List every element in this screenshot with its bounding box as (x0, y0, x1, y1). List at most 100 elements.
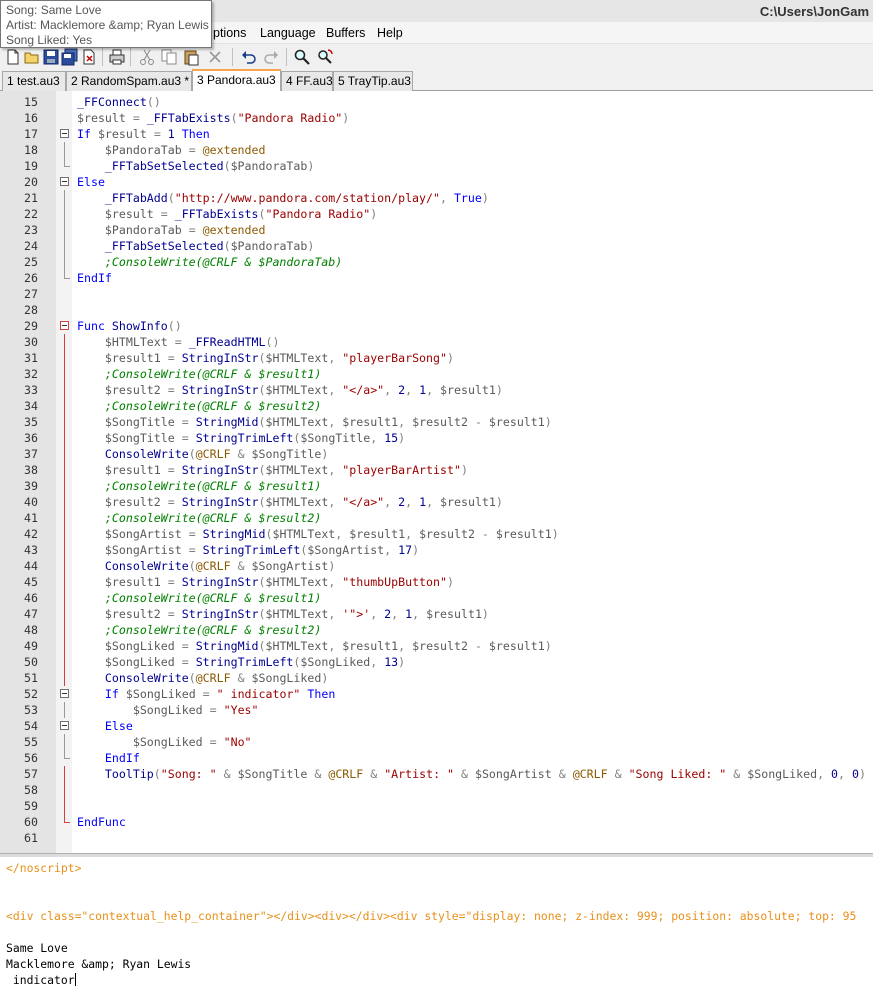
line-number: 45 (24, 575, 38, 589)
new-file-icon[interactable] (4, 48, 22, 66)
code-line[interactable]: 49 $SongLiked = StringMid($HTMLText, $re… (0, 638, 873, 654)
code-text: EndIf (104, 751, 140, 765)
code-text: Else (104, 719, 133, 733)
open-file-icon[interactable] (23, 48, 41, 66)
line-number: 25 (24, 255, 38, 269)
code-line[interactable]: 16 $result = _FFTabExists("Pandora Radio"… (0, 110, 873, 126)
menu-help[interactable]: Help (377, 26, 403, 40)
redo-icon[interactable] (262, 48, 280, 66)
code-line[interactable]: 52 If $SongLiked = " indicator" Then (0, 686, 873, 702)
print-icon[interactable] (108, 48, 126, 66)
line-number: 43 (24, 543, 38, 557)
code-line[interactable]: 15 _FFConnect() (0, 94, 873, 110)
line-number: 53 (24, 703, 38, 717)
code-line[interactable]: 36 $SongTitle = StringTrimLeft($SongTitl… (0, 430, 873, 446)
code-text: EndFunc (77, 815, 126, 829)
code-line[interactable]: 32 ;ConsoleWrite(@CRLF & $result1) (0, 366, 873, 382)
code-line[interactable]: 18 $PandoraTab = @extended (0, 142, 873, 158)
code-line[interactable]: 39 ;ConsoleWrite(@CRLF & $result1) (0, 478, 873, 494)
copy-icon[interactable] (160, 48, 178, 66)
fold-toggle-icon[interactable] (60, 129, 69, 138)
code-line[interactable]: 51 ConsoleWrite(@CRLF & $SongLiked) (0, 670, 873, 686)
code-line[interactable]: 55 $SongLiked = "No" (0, 734, 873, 750)
code-line[interactable]: 59 (0, 798, 873, 814)
code-line[interactable]: 60 EndFunc (0, 814, 873, 830)
save-all-icon[interactable] (61, 48, 79, 66)
code-text: $SongArtist = StringTrimLeft($SongArtist… (104, 543, 420, 557)
code-line[interactable]: 56 EndIf (0, 750, 873, 766)
code-line[interactable]: 40 $result2 = StringInStr($HTMLText, "</… (0, 494, 873, 510)
toolbar (0, 45, 873, 69)
delete-icon[interactable] (206, 48, 224, 66)
code-line[interactable]: 43 $SongArtist = StringTrimLeft($SongArt… (0, 542, 873, 558)
code-line[interactable]: 44 ConsoleWrite(@CRLF & $SongArtist) (0, 558, 873, 574)
code-line[interactable]: 20 Else (0, 174, 873, 190)
code-line[interactable]: 24 _FFTabSetSelected($PandoraTab) (0, 238, 873, 254)
fold-toggle-icon[interactable] (60, 721, 69, 730)
code-line[interactable]: 22 $result = _FFTabExists("Pandora Radio… (0, 206, 873, 222)
menu-language[interactable]: Language (260, 26, 316, 40)
fold-toggle-icon[interactable] (60, 177, 69, 186)
menu-options[interactable]: ptions (213, 26, 246, 40)
code-line[interactable]: 27 (0, 286, 873, 302)
code-line[interactable]: 61 (0, 830, 873, 846)
line-number: 52 (24, 687, 38, 701)
menu-buffers[interactable]: Buffers (326, 26, 365, 40)
code-line[interactable]: 58 (0, 782, 873, 798)
save-icon[interactable] (42, 48, 60, 66)
code-line[interactable]: 45 $result1 = StringInStr($HTMLText, "th… (0, 574, 873, 590)
fold-line-marker (64, 382, 65, 398)
code-line[interactable]: 29 Func ShowInfo() (0, 318, 873, 334)
code-line[interactable]: 35 $SongTitle = StringMid($HTMLText, $re… (0, 414, 873, 430)
line-number: 47 (24, 607, 38, 621)
cut-icon[interactable] (138, 48, 156, 66)
code-line[interactable]: 23 $PandoraTab = @extended (0, 222, 873, 238)
output-console[interactable]: </noscript> <div class="contextual_help_… (0, 857, 873, 1005)
code-text: $HTMLText = _FFReadHTML() (104, 335, 280, 349)
close-icon[interactable] (80, 48, 98, 66)
tab-ff[interactable]: 4 FF.au3 (281, 71, 333, 91)
tooltip-artist: Artist: Macklemore &amp; Ryan Lewis (6, 18, 209, 32)
code-line[interactable]: 25 ;ConsoleWrite(@CRLF & $PandoraTab) (0, 254, 873, 270)
output-line: Macklemore &amp; Ryan Lewis (6, 957, 192, 971)
code-line[interactable]: 17 If $result = 1 Then (0, 126, 873, 142)
find-icon[interactable] (293, 48, 311, 66)
undo-icon[interactable] (240, 48, 258, 66)
code-line[interactable]: 48 ;ConsoleWrite(@CRLF & $result2) (0, 622, 873, 638)
tab-pandora[interactable]: 3 Pandora.au3 (192, 69, 281, 91)
fold-line-marker (64, 462, 65, 478)
code-line[interactable]: 54 Else (0, 718, 873, 734)
fold-toggle-icon[interactable] (60, 321, 69, 330)
code-line[interactable]: 31 $result1 = StringInStr($HTMLText, "pl… (0, 350, 873, 366)
code-line[interactable]: 21 _FFTabAdd("http://www.pandora.com/sta… (0, 190, 873, 206)
code-line[interactable]: 19 _FFTabSetSelected($PandoraTab) (0, 158, 873, 174)
code-line[interactable]: 28 (0, 302, 873, 318)
code-line[interactable]: 46 ;ConsoleWrite(@CRLF & $result1) (0, 590, 873, 606)
paste-icon[interactable] (182, 48, 200, 66)
code-line[interactable]: 37 ConsoleWrite(@CRLF & $SongTitle) (0, 446, 873, 462)
fold-line-marker (64, 398, 65, 414)
code-editor[interactable]: 15 _FFConnect() 16 $result = _FFTabExists("… (0, 91, 873, 853)
tab-traytip[interactable]: 5 TrayTip.au3 (333, 71, 413, 91)
code-line[interactable]: 42 $SongArtist = StringMid($HTMLText, $r… (0, 526, 873, 542)
code-line[interactable]: 53 $SongLiked = "Yes" (0, 702, 873, 718)
code-text: ;ConsoleWrite(@CRLF & $PandoraTab) (104, 255, 343, 269)
replace-icon[interactable] (316, 48, 334, 66)
tab-test[interactable]: 1 test.au3 (2, 71, 66, 91)
code-line[interactable]: 33 $result2 = StringInStr($HTMLText, "</… (0, 382, 873, 398)
code-line[interactable]: 50 $SongLiked = StringTrimLeft($SongLike… (0, 654, 873, 670)
line-number: 30 (24, 335, 38, 349)
code-line[interactable]: 34 ;ConsoleWrite(@CRLF & $result2) (0, 398, 873, 414)
line-number: 38 (24, 463, 38, 477)
code-line[interactable]: 30 $HTMLText = _FFReadHTML() (0, 334, 873, 350)
code-line[interactable]: 26 EndIf (0, 270, 873, 286)
code-text: $result2 = StringInStr($HTMLText, "</a>"… (104, 383, 503, 397)
fold-toggle-icon[interactable] (60, 689, 69, 698)
code-text: $result = _FFTabExists("Pandora Radio") (104, 207, 378, 221)
code-line[interactable]: 57 ToolTip("Song: " & $SongTitle & @CRLF… (0, 766, 873, 782)
code-line[interactable]: 38 $result1 = StringInStr($HTMLText, "pl… (0, 462, 873, 478)
tab-randomspam[interactable]: 2 RandomSpam.au3 * (66, 71, 192, 91)
code-line[interactable]: 41 ;ConsoleWrite(@CRLF & $result2) (0, 510, 873, 526)
code-text: _FFTabSetSelected($PandoraTab) (104, 239, 315, 253)
code-line[interactable]: 47 $result2 = StringInStr($HTMLText, '">… (0, 606, 873, 622)
